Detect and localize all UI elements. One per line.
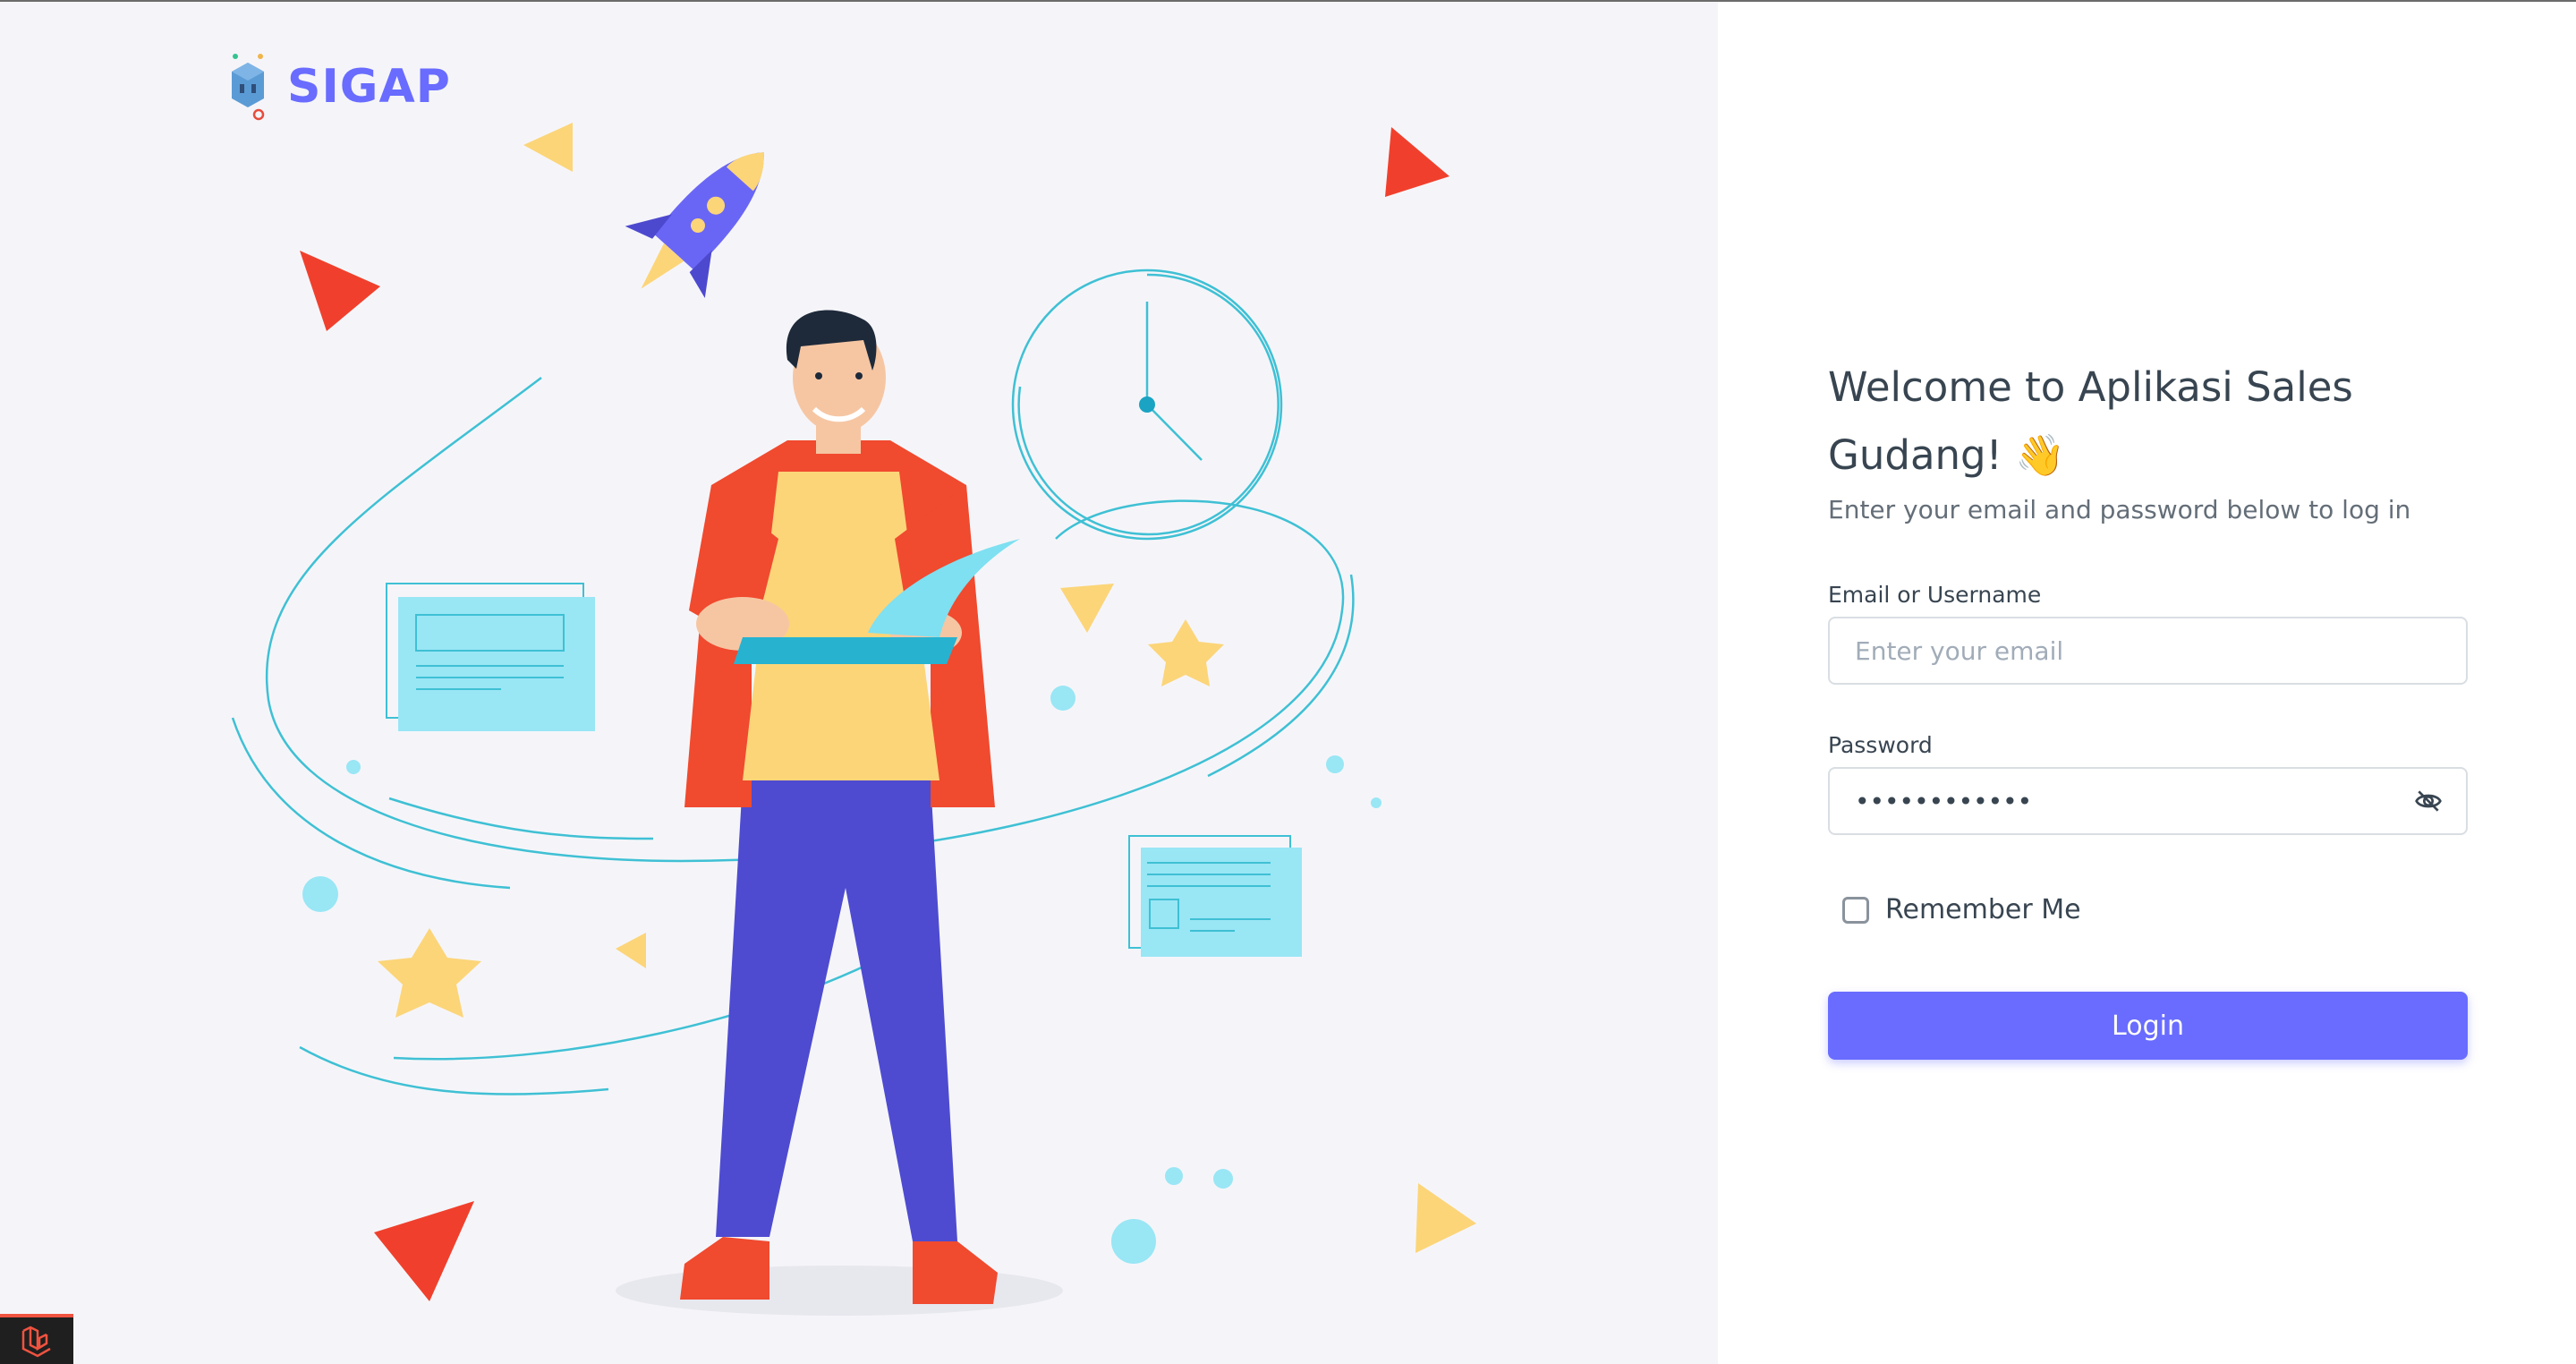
remember-me-checkbox[interactable]: Remember Me: [1842, 894, 2081, 925]
password-label: Password: [1828, 732, 1933, 758]
login-subtitle: Enter your email and password below to l…: [1828, 495, 2411, 524]
email-field-group: Email or Username: [1828, 582, 2468, 685]
laravel-logo-icon: [21, 1326, 51, 1358]
laravel-debug-badge[interactable]: [0, 1314, 73, 1364]
password-field-group: Password: [1828, 732, 2468, 835]
login-card: Welcome to Aplikasi Sales Gudang! 👋 Ente…: [1828, 354, 2468, 1060]
login-title: Welcome to Aplikasi Sales Gudang! 👋: [1828, 363, 2353, 479]
remember-checkbox-box[interactable]: [1842, 896, 1869, 924]
remember-me-label: Remember Me: [1885, 894, 2081, 925]
hero-illustration: [231, 123, 1476, 1316]
illustration-panel: SIGAP: [0, 2, 1718, 1364]
login-button[interactable]: Login: [1828, 992, 2468, 1060]
email-label: Email or Username: [1828, 582, 2042, 608]
password-input[interactable]: [1828, 767, 2468, 835]
eye-off-icon[interactable]: [2414, 787, 2443, 815]
password-wrapper: [1828, 767, 2468, 835]
email-input[interactable]: [1828, 617, 2468, 685]
